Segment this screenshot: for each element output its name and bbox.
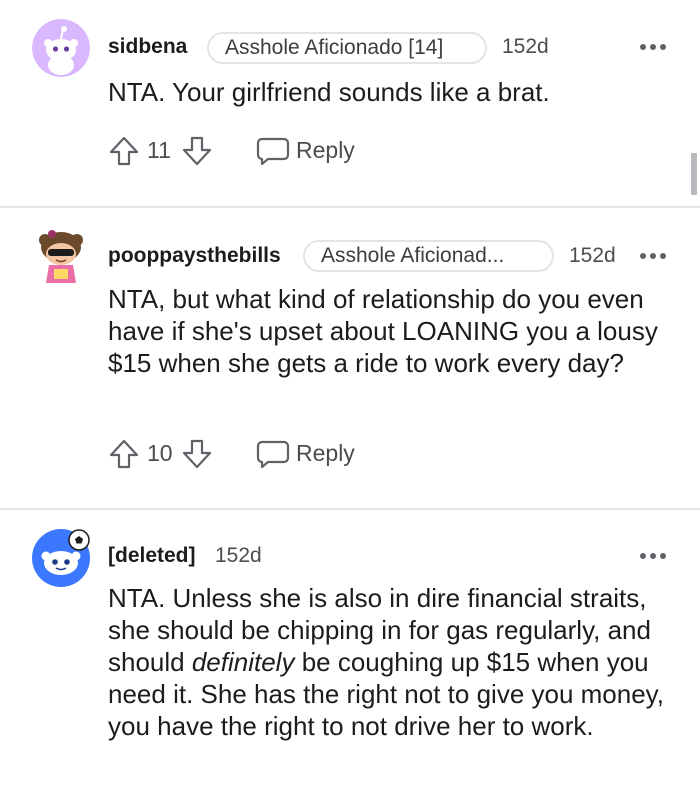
user-avatar[interactable] bbox=[32, 227, 90, 285]
comment-age: 152d bbox=[569, 244, 616, 267]
comment-2: pooppaysthebills Asshole Aficionad... 15… bbox=[0, 208, 700, 508]
comment-body: NTA. Unless she is also in dire financia… bbox=[108, 582, 678, 742]
comment-1: sidbena Asshole Aficionado [14] 152d NTA… bbox=[0, 0, 700, 206]
comment-body: NTA. Your girlfriend sounds like a brat. bbox=[108, 77, 550, 107]
user-flair: Asshole Aficionad... bbox=[303, 240, 554, 272]
more-options-icon[interactable] bbox=[640, 43, 668, 51]
reply-button[interactable]: Reply bbox=[256, 133, 366, 169]
upvote-arrow-icon[interactable] bbox=[108, 135, 140, 167]
downvote-arrow-icon[interactable] bbox=[181, 438, 213, 470]
user-avatar[interactable] bbox=[32, 19, 90, 77]
scrollbar[interactable] bbox=[691, 153, 697, 195]
reply-button[interactable]: Reply bbox=[256, 436, 366, 472]
downvote-arrow-icon[interactable] bbox=[181, 135, 213, 167]
comment-body-emphasis: definitely bbox=[191, 647, 295, 677]
comment-username[interactable]: sidbena bbox=[108, 35, 187, 59]
more-options-icon[interactable] bbox=[640, 552, 668, 560]
comment-age: 152d bbox=[215, 544, 262, 567]
comment-actions: 11 Reply bbox=[108, 133, 368, 169]
comment-3: [deleted] 152d NTA. Unless she is also i… bbox=[0, 510, 700, 794]
reply-label: Reply bbox=[296, 440, 355, 466]
speech-bubble-icon bbox=[256, 440, 290, 469]
user-flair: Asshole Aficionado [14] bbox=[207, 32, 487, 64]
reply-label: Reply bbox=[296, 137, 355, 163]
user-avatar[interactable] bbox=[32, 529, 90, 587]
upvote-arrow-icon[interactable] bbox=[108, 438, 140, 470]
comment-age: 152d bbox=[502, 35, 549, 58]
comment-username: [deleted] bbox=[108, 544, 196, 567]
speech-bubble-icon bbox=[256, 137, 290, 166]
vote-score: 11 bbox=[147, 137, 171, 163]
comment-username[interactable]: pooppaysthebills bbox=[108, 244, 281, 268]
comment-body: NTA, but what kind of relationship do yo… bbox=[108, 284, 658, 378]
vote-score: 10 bbox=[147, 440, 173, 466]
comment-actions: 10 Reply bbox=[108, 436, 368, 472]
more-options-icon[interactable] bbox=[640, 252, 668, 260]
